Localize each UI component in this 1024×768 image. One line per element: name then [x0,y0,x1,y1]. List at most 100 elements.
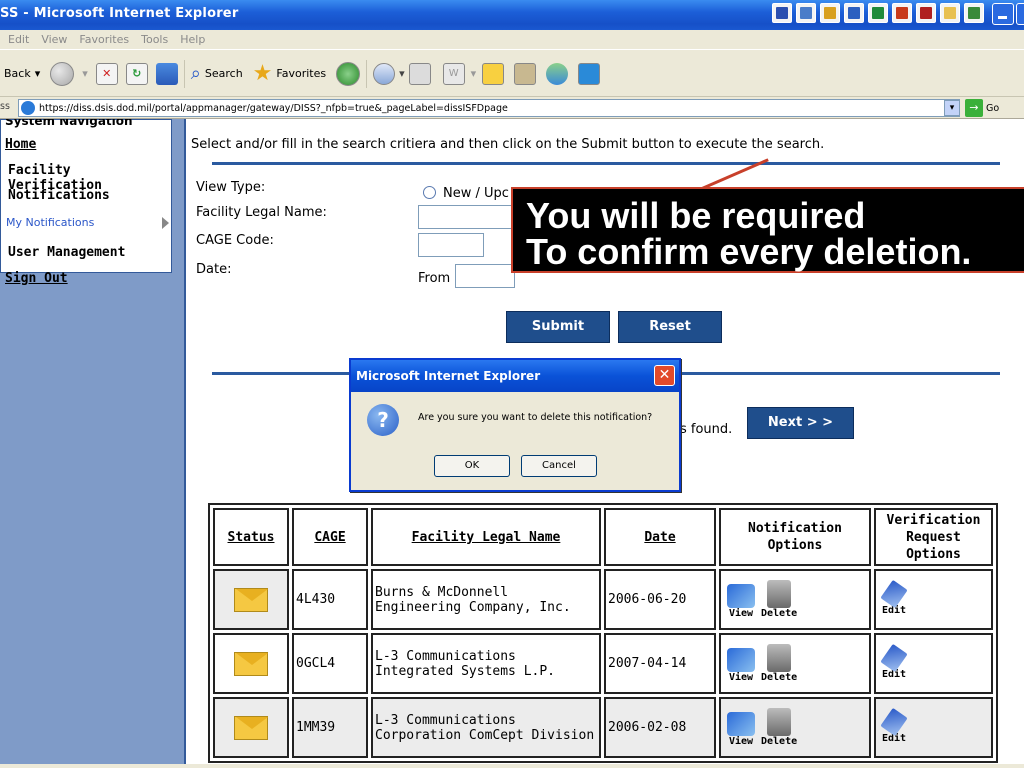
home-icon[interactable] [155,62,178,85]
notifications-table: Status CAGE Facility Legal Name Date Not… [208,503,998,763]
header-facility-name[interactable]: Facility Legal Name [371,508,601,566]
date-label: Date: [196,262,232,277]
view-button[interactable]: View [727,584,755,619]
toolbar-separator [183,59,185,88]
edit-button[interactable]: Edit [880,707,908,744]
nav-home[interactable]: Home [5,137,36,152]
view-type-radio-new[interactable] [423,186,436,199]
divider [212,162,1000,165]
cage-code-input[interactable] [418,233,484,257]
view-button[interactable]: View [727,712,755,747]
view-button[interactable]: View [727,648,755,683]
reset-button[interactable]: Reset [618,311,722,343]
dialog-message: Are you sure you want to delete this not… [418,412,653,423]
question-icon: ? [367,404,399,436]
date-from-input[interactable] [455,264,515,288]
date-cell: 2006-06-20 [604,569,716,630]
app-icon[interactable] [964,3,984,23]
dialog-close-button[interactable]: ✕ [654,365,675,386]
browser-toolbar: Back ▾ ▾ ✕ ↻ ⌕ Search ★ Favorites ▾ W ▾ [0,51,1024,97]
menu-favorites[interactable]: Favorites [79,33,129,46]
messenger-icon[interactable] [546,62,569,85]
go-label: Go [986,102,1000,114]
menu-edit[interactable]: Edit [8,33,29,46]
menu-help[interactable]: Help [180,33,205,46]
powerpoint-icon[interactable] [892,3,912,23]
cage-cell: 4L430 [292,569,368,630]
nav-heading: System Navigation [5,119,133,128]
edit-button[interactable]: Edit [880,579,908,616]
delete-button[interactable]: Delete [761,708,797,747]
app-icon[interactable] [772,3,792,23]
favorites-button[interactable]: ★ Favorites [253,61,326,86]
nav-user-management[interactable]: User Management [8,245,125,260]
verification-options-cell: Edit [874,697,993,758]
excel-icon[interactable] [868,3,888,23]
pencil-icon [880,707,908,737]
callout-line-2: To confirm every deletion. [526,231,972,272]
results-found-text: s found. [680,422,733,437]
view-magnifier-icon [727,712,755,736]
search-label: Search [204,67,243,80]
forward-button-icon[interactable] [50,61,75,86]
table-row: 0GCL4 L-3 Communications Integrated Syst… [213,633,993,694]
maximize-button[interactable] [1016,3,1024,25]
table-header-row: Status CAGE Facility Legal Name Date Not… [213,508,993,566]
edit-button[interactable]: Edit [880,643,908,680]
media-icon[interactable] [336,61,361,86]
notes-icon[interactable] [482,62,505,85]
acrobat-icon[interactable] [916,3,936,23]
callout-line-1: You will be required [526,195,866,236]
nav-my-notifications[interactable]: My Notifications [6,216,94,229]
app-icon[interactable] [820,3,840,23]
date-cell: 2006-02-08 [604,697,716,758]
delete-button[interactable]: Delete [761,580,797,619]
view-label: View [728,608,754,619]
refresh-icon[interactable]: ↻ [125,62,148,85]
header-cage[interactable]: CAGE [292,508,368,566]
dropdown-arrow-icon: ▾ [34,67,41,80]
back-button[interactable]: Back ▾ [4,67,40,80]
trash-icon [767,708,792,736]
url-dropdown-button[interactable]: ▾ [944,100,960,116]
envelope-icon [234,587,268,612]
view-label: View [728,736,754,747]
stop-icon[interactable]: ✕ [95,62,118,85]
search-button[interactable]: ⌕ Search [191,63,243,84]
envelope-icon [234,715,268,740]
pencil-icon [880,579,908,609]
dropdown-arrow-icon: ▾ [470,67,477,80]
facility-name-cell: L-3 Communications Corporation ComCept D… [371,697,601,758]
nav-notifications[interactable]: Notifications [8,188,110,203]
url-input[interactable]: https://diss.dsis.dod.mil/portal/appmana… [18,99,960,117]
nav-sign-out[interactable]: Sign Out [5,271,68,286]
view-magnifier-icon [727,648,755,672]
word-icon[interactable] [844,3,864,23]
cancel-button[interactable]: Cancel [521,455,597,477]
edit-icon[interactable]: W [442,62,465,85]
folder-icon[interactable] [940,3,960,23]
header-notification-options: Notification Options [719,508,871,566]
annotation-callout: You will be required To confirm every de… [511,187,1024,273]
delete-button[interactable]: Delete [761,644,797,683]
research-icon[interactable] [514,62,537,85]
dropdown-arrow-icon: ▾ [82,67,88,80]
go-button[interactable]: → Go [965,99,999,117]
next-page-button[interactable]: Next > > [747,407,854,439]
menu-view[interactable]: View [41,33,67,46]
header-status[interactable]: Status [213,508,289,566]
submit-button[interactable]: Submit [506,311,610,343]
trash-icon [767,644,792,672]
app-icon[interactable] [796,3,816,23]
window-icon[interactable] [578,62,601,85]
cage-cell: 0GCL4 [292,633,368,694]
print-icon[interactable] [408,62,431,85]
menu-tools[interactable]: Tools [141,33,168,46]
title-bar: SS - Microsoft Internet Explorer [0,0,1024,30]
status-bar [0,764,1024,768]
minimize-button[interactable] [992,3,1014,25]
taskbar-icons [772,3,984,23]
mail-icon[interactable] [373,62,396,85]
ok-button[interactable]: OK [434,455,510,477]
header-date[interactable]: Date [604,508,716,566]
